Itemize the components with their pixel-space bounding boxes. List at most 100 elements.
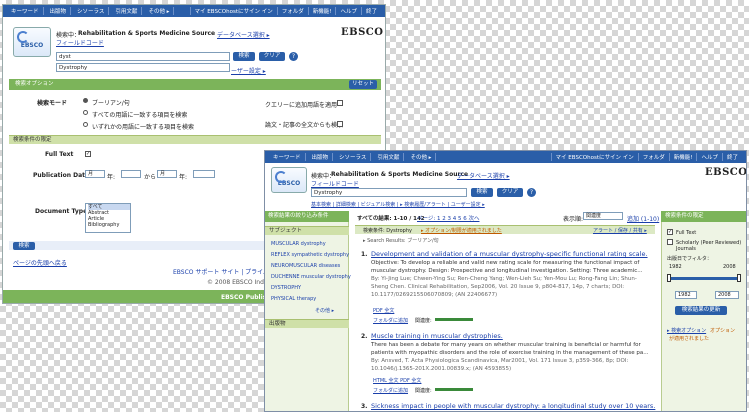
- nav-more[interactable]: その他 ▸: [144, 7, 175, 15]
- result-title[interactable]: Muscle training in muscular dystrophies.: [371, 332, 503, 340]
- pagination[interactable]: ページ: 1 2 3 4 5 6 次へ: [417, 214, 479, 222]
- alert-save-link[interactable]: アラート / 保存 / 共有 ▸: [593, 227, 647, 234]
- publishing-label: EBSCO Publis: [221, 294, 267, 301]
- query-add-checkbox[interactable]: [337, 100, 343, 106]
- ebsco-logo: EBSCO: [705, 167, 747, 178]
- full-text-checkbox[interactable]: ✓: [85, 151, 91, 157]
- mode-boolean-radio[interactable]: [83, 98, 88, 103]
- nav-keyword[interactable]: キーワード: [269, 153, 306, 161]
- subject-item[interactable]: DYSTROPHY: [271, 285, 301, 291]
- user-settings-link[interactable]: ーザー設定 ▸: [231, 66, 266, 75]
- clear-button[interactable]: クリア: [259, 52, 285, 61]
- pdf-fulltext-link[interactable]: PDF 全文: [373, 307, 394, 314]
- search-options-link[interactable]: ▸ 検索オプション: [667, 327, 706, 334]
- options-applied-text: が適用されました: [669, 336, 710, 342]
- nav-signin[interactable]: マイ EBSCOhostにサイン イン: [189, 7, 277, 15]
- search-input[interactable]: dyst: [56, 52, 230, 61]
- reset-button[interactable]: リセット: [349, 80, 377, 89]
- autocomplete-suggestion[interactable]: Dystrophy: [56, 63, 230, 72]
- result-abstract: Objective: To develop a reliable and val…: [371, 260, 643, 274]
- date-slider[interactable]: [669, 277, 739, 280]
- add-to-folder-link[interactable]: フォルダに追加: [373, 317, 408, 324]
- limit-year-to-input[interactable]: 2008: [715, 291, 739, 299]
- pubdate-year-to[interactable]: [193, 170, 215, 178]
- front-window: キーワード 出版物 シソーラス 引用文献 その他 ▸ マイ EBSCOhostに…: [264, 150, 747, 412]
- publication-header[interactable]: 出版物: [265, 319, 349, 328]
- more-link[interactable]: その他 ▸: [315, 307, 334, 314]
- add-link[interactable]: 追加 (1-10): [627, 214, 659, 223]
- limit-full-text-checkbox[interactable]: ✓: [667, 229, 673, 235]
- db-select-link[interactable]: データベース選択 ▸: [217, 30, 270, 39]
- ebsco-swirl-icon: [275, 171, 287, 183]
- html-pdf-fulltext-link[interactable]: HTML 全文 PDF 全文: [373, 377, 421, 384]
- doctype-option[interactable]: Bibliography: [88, 222, 130, 228]
- limit-pubdate-label: 出版日でフィルタ：: [667, 256, 712, 262]
- sub-links[interactable]: 基本検索 | 詳細検索 | ビジュアル検索 | ▸ 検索履歴/アラート | ユー…: [311, 201, 485, 208]
- limit-year-to-label: 2008: [723, 264, 736, 270]
- relevance-bar: [435, 318, 473, 321]
- limit-year-from-input[interactable]: 1982: [675, 291, 697, 299]
- nav-folder[interactable]: フォルダ: [637, 153, 669, 161]
- subject-item[interactable]: PHYSICAL therapy: [271, 296, 316, 302]
- from-label: から: [144, 174, 157, 181]
- pubdate-month-to[interactable]: 月: [157, 170, 177, 178]
- nav-exit[interactable]: 終了: [721, 153, 742, 161]
- doctype-listbox[interactable]: すべて Abstract Article Bibliography: [85, 203, 131, 233]
- result-title[interactable]: Development and validation of a muscular…: [371, 250, 648, 258]
- db-select-link[interactable]: データベース選択 ▸: [457, 171, 510, 180]
- search-button[interactable]: 検索: [233, 52, 255, 61]
- date-slider-handle-right[interactable]: [737, 274, 741, 282]
- nav-cited[interactable]: 引用文献: [373, 153, 405, 161]
- nav-new[interactable]: 新機能!: [307, 7, 336, 15]
- nav-signin[interactable]: マイ EBSCOhostにサイン イン: [550, 153, 638, 161]
- pubdate-label: Publication Date: [33, 172, 90, 179]
- nav-thesaurus[interactable]: シソーラス: [73, 7, 110, 15]
- relevance-label: 関連度:: [415, 318, 432, 324]
- help-icon[interactable]: ?: [527, 188, 536, 197]
- page-top-link[interactable]: ページの先頭へ戻る: [13, 258, 67, 267]
- search-button-bottom[interactable]: 検索: [13, 242, 35, 250]
- field-code-link[interactable]: フィールドコード: [56, 38, 104, 47]
- search-mode-label: 検索モード: [37, 100, 68, 107]
- nav-thesaurus[interactable]: シソーラス: [335, 153, 372, 161]
- fulltext-search-checkbox[interactable]: [337, 121, 343, 127]
- year-label-from: 年:: [107, 174, 116, 181]
- subject-item[interactable]: NEUROMUSCULAR diseases: [271, 263, 340, 269]
- field-code-link[interactable]: フィールドコード: [311, 179, 359, 188]
- nav-new[interactable]: 新機能!: [668, 153, 697, 161]
- help-icon[interactable]: ?: [289, 52, 298, 61]
- nav-folder[interactable]: フォルダ: [276, 7, 308, 15]
- subject-item[interactable]: REFLEX sympathetic dystrophy: [271, 252, 349, 258]
- subject-item[interactable]: DUCHENNE muscular dystrophy: [271, 274, 351, 280]
- pubdate-month-from[interactable]: 月: [85, 170, 105, 178]
- search-button[interactable]: 検索: [471, 188, 493, 197]
- date-slider-handle-left[interactable]: [667, 274, 671, 282]
- sort-label: 表示順:: [563, 216, 584, 223]
- subject-header[interactable]: サブジェクト: [265, 226, 349, 235]
- limit-scholarly-checkbox[interactable]: [667, 239, 673, 245]
- relevance-bar: [435, 388, 473, 391]
- support-link[interactable]: EBSCO サポート サイト | プライバシ: [173, 267, 275, 276]
- limit-full-text-label: Full Text: [676, 230, 697, 236]
- result-number: 3.: [361, 403, 368, 410]
- nav-help[interactable]: ヘルプ: [335, 7, 361, 15]
- result-title[interactable]: Sickness impact in people with muscular …: [371, 402, 655, 410]
- mode-any-label: いずれかの用語に一致する項目を検索: [92, 124, 195, 131]
- mode-any-radio[interactable]: [83, 122, 88, 127]
- nav-publications[interactable]: 出版物: [308, 153, 334, 161]
- pubdate-year-from[interactable]: [121, 170, 141, 178]
- nav-more[interactable]: その他 ▸: [406, 153, 437, 161]
- nav-cited[interactable]: 引用文献: [111, 7, 143, 15]
- update-results-button[interactable]: 検索結果の更新: [675, 306, 727, 315]
- add-to-folder-link[interactable]: フォルダに追加: [373, 387, 408, 394]
- nav-keyword[interactable]: キーワード: [7, 7, 44, 15]
- subject-item[interactable]: MUSCULAR dystrophy: [271, 241, 326, 247]
- clear-button[interactable]: クリア: [497, 188, 523, 197]
- options-applied-link[interactable]: ▸ オプション/制限が適用されました: [421, 227, 502, 234]
- nav-help[interactable]: ヘルプ: [696, 153, 722, 161]
- nav-publications[interactable]: 出版物: [46, 7, 72, 15]
- sort-select[interactable]: 関連度: [583, 212, 623, 220]
- mode-all-radio[interactable]: [83, 110, 88, 115]
- nav-exit[interactable]: 終了: [360, 7, 381, 15]
- search-input[interactable]: Dystrophy: [311, 188, 467, 197]
